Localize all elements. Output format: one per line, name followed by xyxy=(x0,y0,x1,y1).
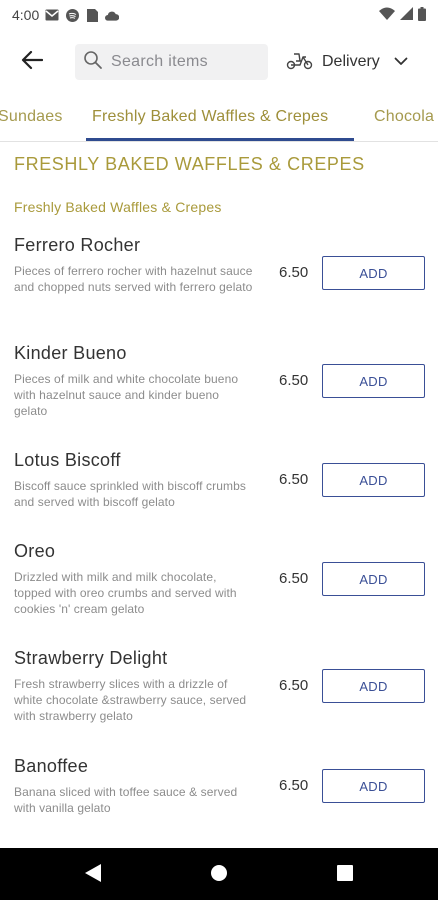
item-name: Oreo xyxy=(14,541,56,561)
add-button[interactable]: ADD xyxy=(322,364,425,398)
delivery-selector[interactable]: Delivery xyxy=(286,46,408,78)
item-description: Fresh strawberry slices with a drizzle o… xyxy=(14,677,247,723)
tab-sundaes[interactable]: Sundaes xyxy=(0,96,63,141)
item-name: Banoffee xyxy=(14,756,89,776)
gmail-icon xyxy=(45,8,59,22)
nav-recents-button[interactable] xyxy=(334,864,356,886)
item-price: 6.50 xyxy=(279,471,309,488)
delivery-label: Delivery xyxy=(322,53,380,70)
section-subtitle: Freshly Baked Waffles & Crepes xyxy=(14,199,222,215)
add-button[interactable]: ADD xyxy=(322,562,425,596)
cloud-icon xyxy=(105,8,120,22)
item-price: 6.50 xyxy=(279,677,309,694)
active-tab-indicator xyxy=(86,138,354,141)
nav-back-button[interactable] xyxy=(82,863,104,888)
status-bar: 4:00 xyxy=(0,0,438,30)
item-price: 6.50 xyxy=(279,777,309,794)
status-time: 4:00 xyxy=(12,7,40,23)
battery-icon xyxy=(418,6,426,24)
system-nav-bar xyxy=(0,848,438,900)
back-button[interactable] xyxy=(16,46,48,78)
chevron-down-icon xyxy=(394,53,408,71)
item-description: Pieces of ferrero rocher with hazelnut s… xyxy=(14,264,253,294)
add-button[interactable]: ADD xyxy=(322,669,425,703)
add-button[interactable]: ADD xyxy=(322,463,425,497)
scooter-icon xyxy=(286,50,314,75)
item-description: Drizzled with milk and milk chocolate, t… xyxy=(14,570,237,616)
search-input[interactable] xyxy=(111,53,261,71)
tab-freshly-baked-waffles-crepes[interactable]: Freshly Baked Waffles & Crepes xyxy=(92,96,328,141)
header: Delivery xyxy=(0,38,438,86)
add-button[interactable]: ADD xyxy=(322,256,425,290)
add-button[interactable]: ADD xyxy=(322,769,425,803)
spotify-icon xyxy=(65,8,79,22)
item-name: Kinder Bueno xyxy=(14,343,127,363)
recents-square-icon xyxy=(336,864,354,887)
category-tabs: Sundaes Freshly Baked Waffles & Crepes C… xyxy=(0,96,438,142)
item-description: Biscoff sauce sprinkled with biscoff cru… xyxy=(14,479,246,509)
nav-home-button[interactable] xyxy=(208,864,230,886)
item-price: 6.50 xyxy=(279,264,309,281)
item-name: Lotus Biscoff xyxy=(14,450,121,470)
search-icon xyxy=(83,50,103,75)
section-title: FRESHLY BAKED WAFFLES & CREPES xyxy=(14,154,365,174)
item-name: Ferrero Rocher xyxy=(14,235,141,255)
search-box[interactable] xyxy=(75,44,268,80)
home-circle-icon xyxy=(209,863,229,888)
wifi-icon xyxy=(379,7,395,23)
tab-chocolate[interactable]: Chocola xyxy=(374,96,434,141)
item-name: Strawberry Delight xyxy=(14,648,168,668)
back-arrow-icon xyxy=(21,50,44,75)
item-price: 6.50 xyxy=(279,372,309,389)
back-triangle-icon xyxy=(84,863,102,888)
sim-icon xyxy=(85,8,99,22)
item-description: Pieces of milk and white chocolate bueno… xyxy=(14,372,239,418)
item-price: 6.50 xyxy=(279,570,309,587)
signal-icon xyxy=(400,7,413,23)
item-description: Banana sliced with toffee sauce & served… xyxy=(14,785,238,815)
